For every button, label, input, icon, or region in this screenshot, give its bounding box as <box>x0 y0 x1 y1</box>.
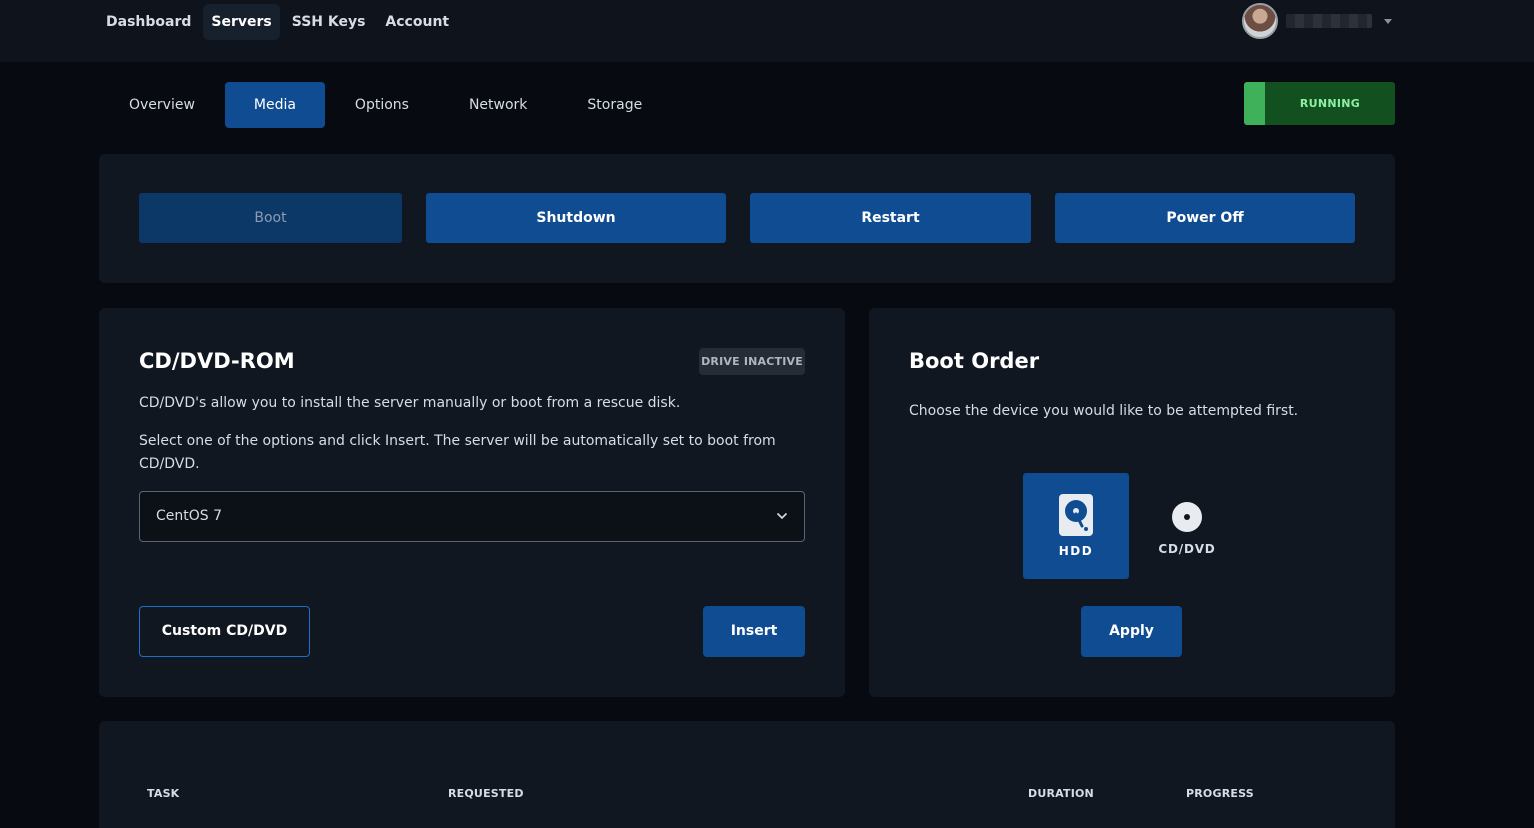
tab-overview[interactable]: Overview <box>99 82 225 128</box>
boot-order-title: Boot Order <box>909 349 1040 373</box>
hdd-icon <box>1059 494 1093 536</box>
status-indicator-stripe <box>1244 82 1265 125</box>
server-tabs: Overview Media Options Network Storage <box>99 82 672 128</box>
tab-storage[interactable]: Storage <box>557 82 672 128</box>
custom-cd-dvd-button[interactable]: Custom CD/DVD <box>139 606 310 657</box>
power-actions-card: Boot Shutdown Restart Power Off <box>99 154 1395 283</box>
nav-dashboard[interactable]: Dashboard <box>98 4 199 40</box>
hdd-label: HDD <box>1058 544 1094 558</box>
shutdown-button[interactable]: Shutdown <box>426 193 726 243</box>
avatar <box>1242 3 1278 39</box>
cdrom-card: CD/DVD-ROM DRIVE INACTIVE CD/DVD's allow… <box>99 308 845 697</box>
nav-servers[interactable]: Servers <box>203 4 280 40</box>
tasks-table: TASK REQUESTED DURATION PROGRESS <box>99 721 1395 828</box>
insert-button[interactable]: Insert <box>703 606 805 657</box>
boot-order-description: Choose the device you would like to be a… <box>909 403 1299 419</box>
top-navigation-bar: Dashboard Servers SSH Keys Account <box>0 0 1534 62</box>
tab-media[interactable]: Media <box>224 82 325 128</box>
column-header-task: TASK <box>147 787 180 800</box>
cdrom-title: CD/DVD-ROM <box>139 349 295 373</box>
tab-options[interactable]: Options <box>325 82 439 128</box>
main-nav: Dashboard Servers SSH Keys Account <box>98 4 457 40</box>
user-menu[interactable] <box>1242 3 1392 39</box>
nav-ssh-keys[interactable]: SSH Keys <box>284 4 374 40</box>
cdrom-description: CD/DVD's allow you to install the server… <box>139 395 681 411</box>
boot-device-hdd[interactable]: HDD <box>1023 473 1129 579</box>
iso-image-selected-value: CentOS 7 <box>156 508 223 524</box>
column-header-duration: DURATION <box>1028 787 1094 800</box>
username-redacted <box>1286 14 1372 28</box>
cdrom-instructions: Select one of the options and click Inse… <box>139 433 776 472</box>
column-header-progress: PROGRESS <box>1186 787 1254 800</box>
disc-icon <box>1172 502 1202 532</box>
tab-network[interactable]: Network <box>439 82 557 128</box>
cd-dvd-label: CD/DVD <box>1158 542 1216 556</box>
column-header-requested: REQUESTED <box>448 787 524 800</box>
boot-device-cd-dvd[interactable]: CD/DVD <box>1153 498 1221 558</box>
server-status-badge: RUNNING <box>1244 82 1395 125</box>
iso-image-select[interactable]: CentOS 7 <box>139 491 805 542</box>
drive-status-badge: DRIVE INACTIVE <box>699 348 805 375</box>
apply-button[interactable]: Apply <box>1081 606 1182 657</box>
chevron-down-icon <box>776 512 788 520</box>
chevron-down-icon <box>1384 18 1392 24</box>
power-off-button[interactable]: Power Off <box>1055 193 1355 243</box>
boot-order-card: Boot Order Choose the device you would l… <box>869 308 1395 697</box>
boot-button[interactable]: Boot <box>139 193 402 243</box>
nav-account[interactable]: Account <box>377 4 457 40</box>
status-label: RUNNING <box>1299 97 1361 110</box>
restart-button[interactable]: Restart <box>750 193 1031 243</box>
